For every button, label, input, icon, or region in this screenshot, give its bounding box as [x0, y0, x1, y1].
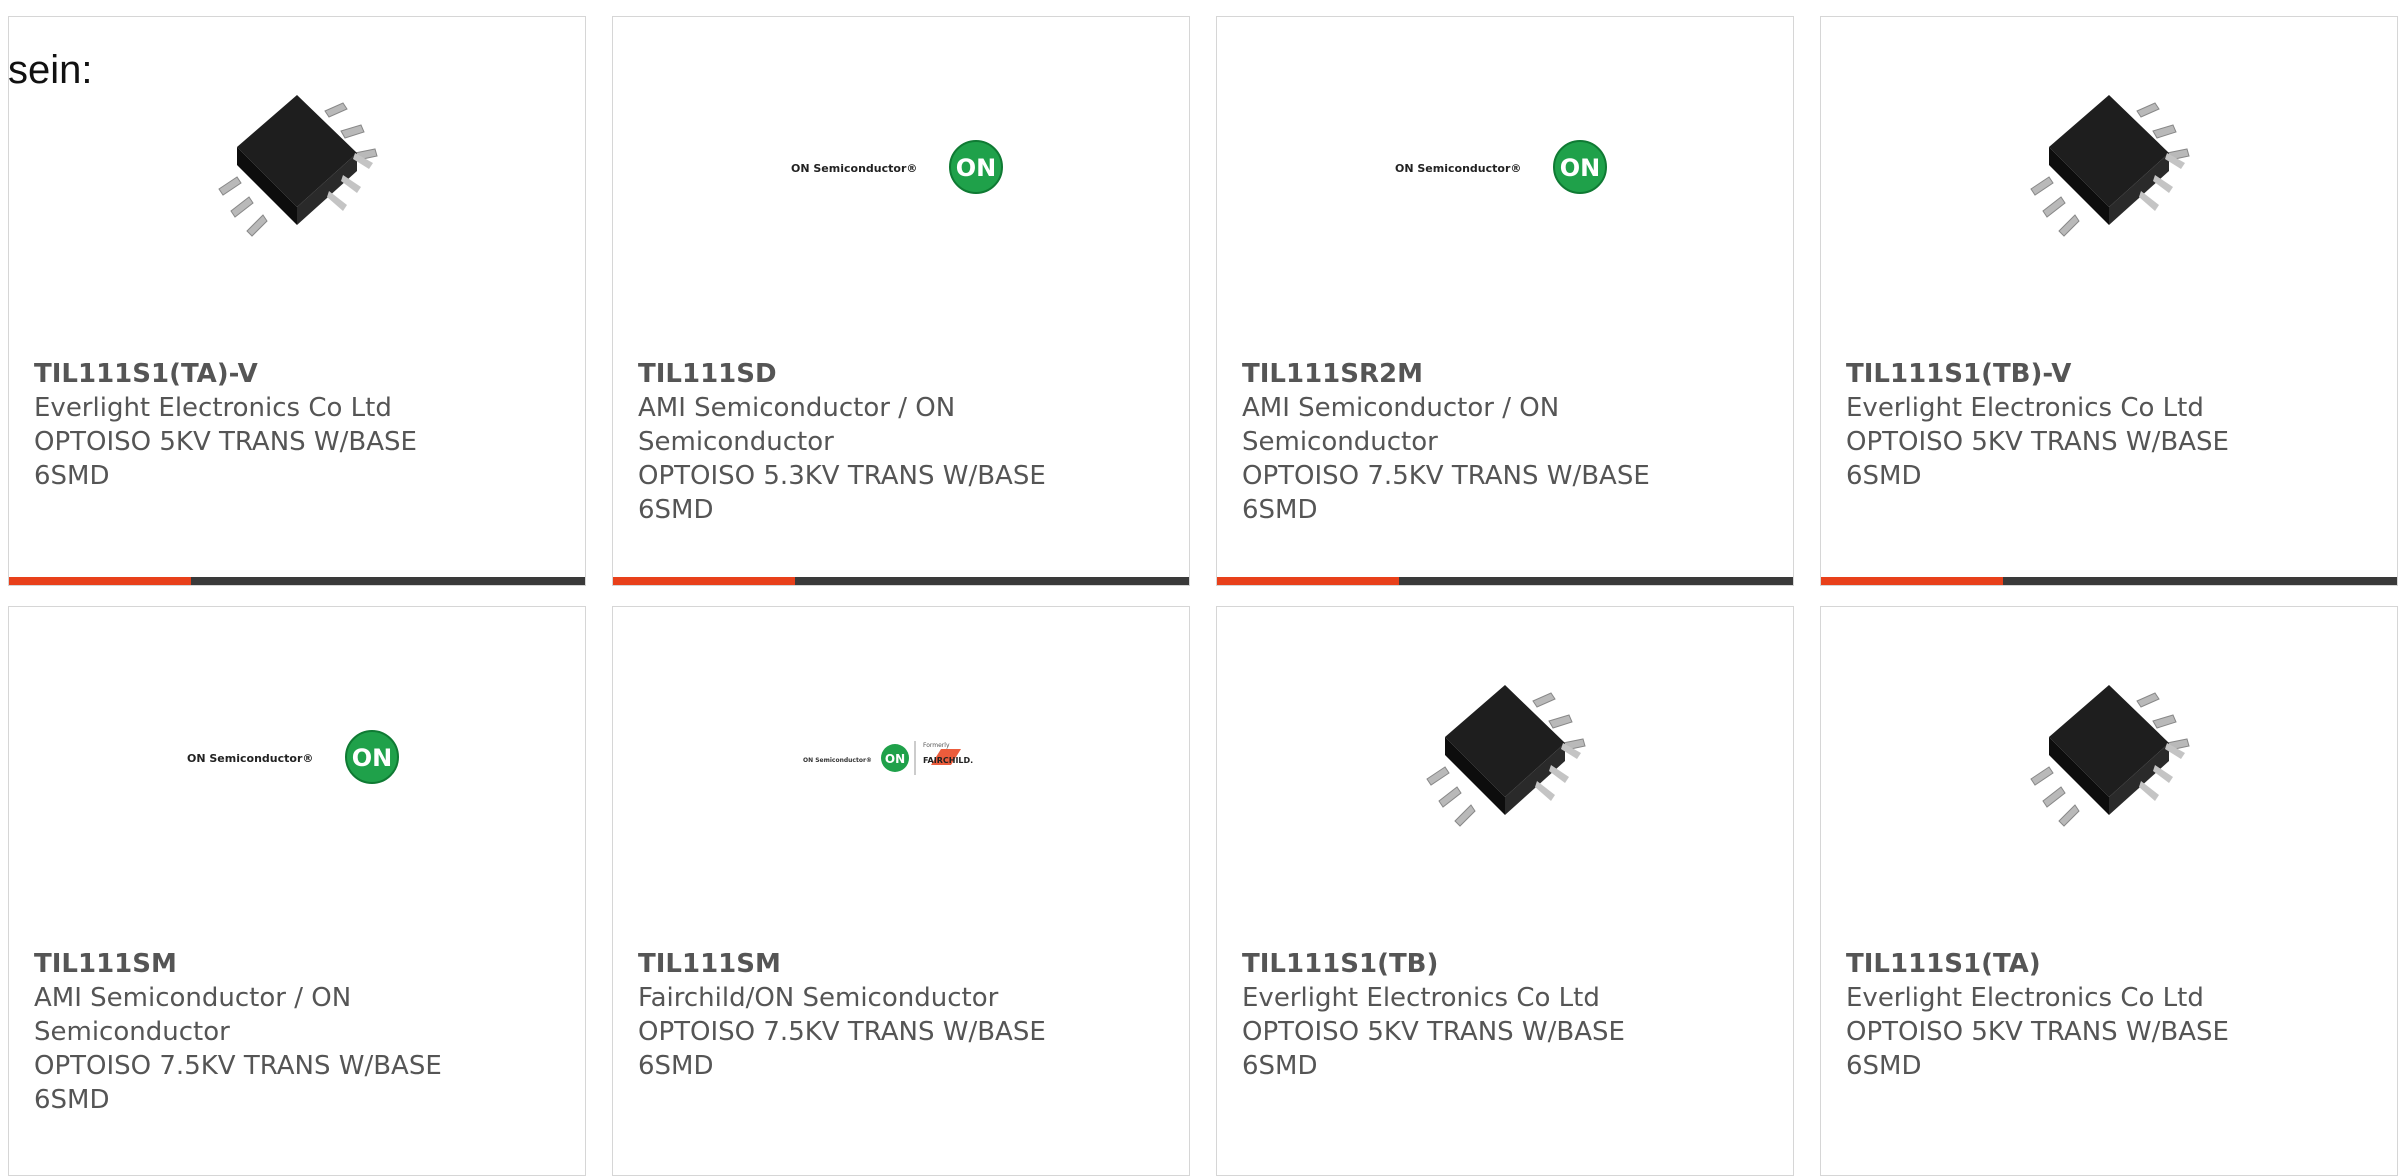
product-image[interactable]: [1217, 657, 1793, 857]
product-image[interactable]: ON Semiconductor® ON: [613, 67, 1189, 267]
package: 6SMD: [1242, 1051, 1318, 1081]
description: OPTOISO 5KV TRANS W/BASE: [34, 427, 417, 457]
product-card[interactable]: TIL111S1(TB)-V Everlight Electronics Co …: [1820, 16, 2398, 586]
product-name[interactable]: TIL111S1(TA): [1846, 947, 2377, 981]
product-name[interactable]: TIL111S1(TB): [1242, 947, 1773, 981]
product-image[interactable]: ON Semiconductor® ON Formerly FAIRCHILD.: [613, 657, 1189, 857]
card-bar-accent: [613, 577, 795, 585]
product-name[interactable]: TIL111SD: [638, 357, 1169, 391]
on-fairchild-logo: ON Semiconductor® ON Formerly FAIRCHILD.: [803, 741, 973, 775]
description: OPTOISO 5KV TRANS W/BASE: [1242, 1017, 1625, 1047]
card-bar: [613, 577, 1189, 585]
package: 6SMD: [34, 1085, 110, 1115]
product-name[interactable]: TIL111S1(TB)-V: [1846, 357, 2377, 391]
product-name[interactable]: TIL111SR2M: [1242, 357, 1773, 391]
description: OPTOISO 5.3KV TRANS W/BASE: [638, 461, 1046, 491]
svg-text:ON Semiconductor®: ON Semiconductor®: [803, 757, 872, 764]
package: 6SMD: [34, 461, 110, 491]
product-card[interactable]: ON Semiconductor® ON TIL111SD AMI Semico…: [612, 16, 1190, 586]
svg-text:ON: ON: [352, 744, 393, 772]
description: OPTOISO 7.5KV TRANS W/BASE: [638, 1017, 1046, 1047]
description: OPTOISO 5KV TRANS W/BASE: [1846, 1017, 2229, 1047]
manufacturer: Everlight Electronics Co Ltd: [34, 393, 392, 423]
svg-text:ON: ON: [885, 752, 905, 766]
product-image[interactable]: ON Semiconductor® ON: [1217, 67, 1793, 267]
card-bar-accent: [1821, 577, 2003, 585]
product-card[interactable]: TIL111S1(TA)-V Everlight Electronics Co …: [8, 16, 586, 586]
card-bar-accent: [1217, 577, 1399, 585]
svg-text:Formerly: Formerly: [923, 742, 950, 749]
manufacturer: Everlight Electronics Co Ltd: [1846, 393, 2204, 423]
card-bar: [1821, 577, 2397, 585]
on-semiconductor-logo: ON Semiconductor® ON: [1395, 140, 1607, 194]
svg-text:FAIRCHILD.: FAIRCHILD.: [923, 756, 973, 765]
manufacturer: Everlight Electronics Co Ltd: [1242, 983, 1600, 1013]
svg-text:ON Semiconductor®: ON Semiconductor®: [1395, 162, 1521, 175]
chip-image: [1426, 685, 1586, 827]
manufacturer-cont: Semiconductor: [1242, 427, 1438, 457]
manufacturer: AMI Semiconductor / ON: [638, 393, 956, 423]
product-name[interactable]: TIL111S1(TA)-V: [34, 357, 565, 391]
product-image[interactable]: ON Semiconductor® ON: [9, 657, 585, 857]
description: OPTOISO 7.5KV TRANS W/BASE: [34, 1051, 442, 1081]
description: OPTOISO 5KV TRANS W/BASE: [1846, 427, 2229, 457]
product-card[interactable]: ON Semiconductor® ON Formerly FAIRCHILD.…: [612, 606, 1190, 1176]
manufacturer: AMI Semiconductor / ON: [34, 983, 352, 1013]
intro-text: sein:: [8, 48, 93, 92]
package: 6SMD: [1846, 461, 1922, 491]
card-bar-accent: [9, 577, 191, 585]
manufacturer: Everlight Electronics Co Ltd: [1846, 983, 2204, 1013]
product-name[interactable]: TIL111SM: [638, 947, 1169, 981]
chip-image: [2030, 95, 2190, 237]
manufacturer: AMI Semiconductor / ON: [1242, 393, 1560, 423]
svg-text:ON: ON: [956, 154, 997, 182]
description: OPTOISO 7.5KV TRANS W/BASE: [1242, 461, 1650, 491]
manufacturer-cont: Semiconductor: [638, 427, 834, 457]
product-card[interactable]: TIL111S1(TB) Everlight Electronics Co Lt…: [1216, 606, 1794, 1176]
svg-text:ON Semiconductor®: ON Semiconductor®: [187, 752, 313, 765]
svg-text:ON Semiconductor®: ON Semiconductor®: [791, 162, 917, 175]
chip-image: [2030, 685, 2190, 827]
on-semiconductor-logo: ON Semiconductor® ON: [791, 140, 1003, 194]
product-card[interactable]: ON Semiconductor® ON TIL111SM AMI Semico…: [8, 606, 586, 1176]
card-bar: [1217, 577, 1793, 585]
manufacturer: Fairchild/ON Semiconductor: [638, 983, 999, 1013]
chip-image: [218, 95, 378, 237]
on-semiconductor-logo: ON Semiconductor® ON: [187, 730, 399, 784]
card-bar: [9, 577, 585, 585]
product-card[interactable]: ON Semiconductor® ON TIL111SR2M AMI Semi…: [1216, 16, 1794, 586]
product-image[interactable]: [1821, 67, 2397, 267]
manufacturer-cont: Semiconductor: [34, 1017, 230, 1047]
product-name[interactable]: TIL111SM: [34, 947, 565, 981]
package: 6SMD: [638, 495, 714, 525]
svg-text:ON: ON: [1560, 154, 1601, 182]
package: 6SMD: [1846, 1051, 1922, 1081]
product-image[interactable]: [1821, 657, 2397, 857]
product-image[interactable]: [9, 67, 585, 267]
product-card[interactable]: TIL111S1(TA) Everlight Electronics Co Lt…: [1820, 606, 2398, 1176]
package: 6SMD: [1242, 495, 1318, 525]
package: 6SMD: [638, 1051, 714, 1081]
